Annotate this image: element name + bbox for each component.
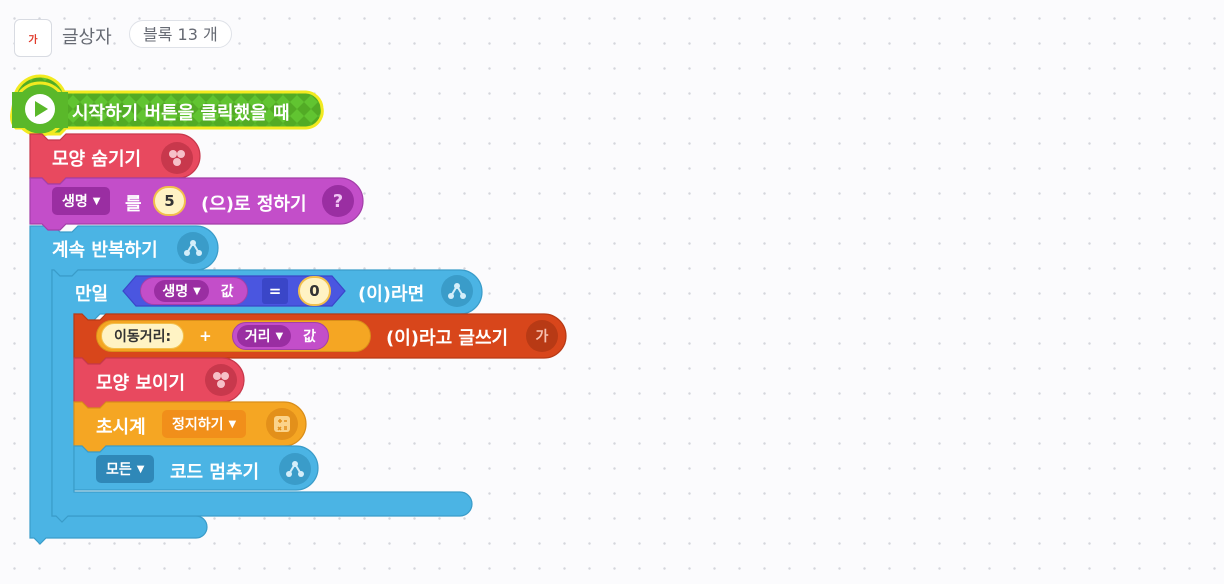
- operator-dropdown[interactable]: =: [262, 278, 288, 304]
- stop-target-dropdown[interactable]: 모든 ▼: [96, 455, 155, 483]
- flow-icon: [441, 275, 473, 307]
- write-text-suffix: (이)라고 글쓰기: [386, 328, 509, 349]
- text-icon-char: 가: [535, 329, 549, 345]
- variable-dropdown-value: 생명: [162, 284, 189, 300]
- text-input-value: 이동거리:: [114, 329, 172, 345]
- join-text-block[interactable]: 이동거리: + 거리 ▼ 값: [96, 320, 371, 352]
- variable-dropdown-value: 거리: [244, 329, 271, 345]
- question-icon: ?: [322, 185, 354, 217]
- set-variable-value: 5: [164, 192, 175, 210]
- variable-dropdown-value: 생명: [62, 194, 88, 210]
- start-block-label: 시작하기 버튼을 클릭했을 때: [72, 103, 290, 124]
- show-block-label: 모양 보이기: [96, 373, 186, 394]
- stop-target-value: 모든: [106, 462, 132, 478]
- timer-block-label: 초시계: [96, 417, 146, 438]
- compare-value: 0: [309, 282, 320, 300]
- chevron-down-icon: ▼: [136, 463, 145, 475]
- timer-action-dropdown[interactable]: 정지하기 ▼: [162, 410, 247, 438]
- variable-dropdown[interactable]: 생명 ▼: [154, 280, 209, 302]
- stop-block-label: 코드 멈추기: [170, 462, 260, 483]
- set-variable-value-input[interactable]: 5: [153, 186, 186, 216]
- timer-action-value: 정지하기: [172, 417, 224, 433]
- calculator-icon: [266, 408, 298, 440]
- if-block-prefix: 만일: [75, 284, 109, 305]
- variable-value-block[interactable]: 거리 ▼ 값: [231, 322, 330, 350]
- text-icon: 가: [526, 320, 558, 352]
- repeat-block-label: 계속 반복하기: [52, 240, 158, 261]
- flow-icon: [279, 453, 311, 485]
- variable-value-suffix: 값: [220, 284, 234, 300]
- flow-icon: [177, 232, 209, 264]
- chevron-down-icon: ▼: [92, 195, 101, 207]
- variable-dropdown[interactable]: 생명 ▼: [52, 187, 111, 215]
- shape-icon: [161, 142, 193, 174]
- set-variable-particle: 를: [125, 194, 142, 215]
- variable-dropdown[interactable]: 거리 ▼: [236, 325, 292, 347]
- variable-value-suffix: 값: [303, 329, 317, 345]
- variable-value-block[interactable]: 생명 ▼ 값: [140, 277, 248, 305]
- chevron-down-icon: ▼: [228, 418, 237, 430]
- hide-block-label: 모양 숨기기: [52, 149, 142, 170]
- text-input[interactable]: 이동거리:: [101, 323, 185, 349]
- compare-value-input[interactable]: 0: [298, 276, 331, 306]
- operator-value: =: [268, 282, 282, 300]
- if-block-suffix: (이)라면: [358, 284, 425, 305]
- chevron-down-icon: ▼: [275, 330, 284, 342]
- chevron-down-icon: ▼: [193, 285, 201, 297]
- shape-icon: [205, 364, 237, 396]
- join-operator: +: [199, 327, 212, 345]
- set-variable-suffix: (으)로 정하기: [201, 194, 307, 215]
